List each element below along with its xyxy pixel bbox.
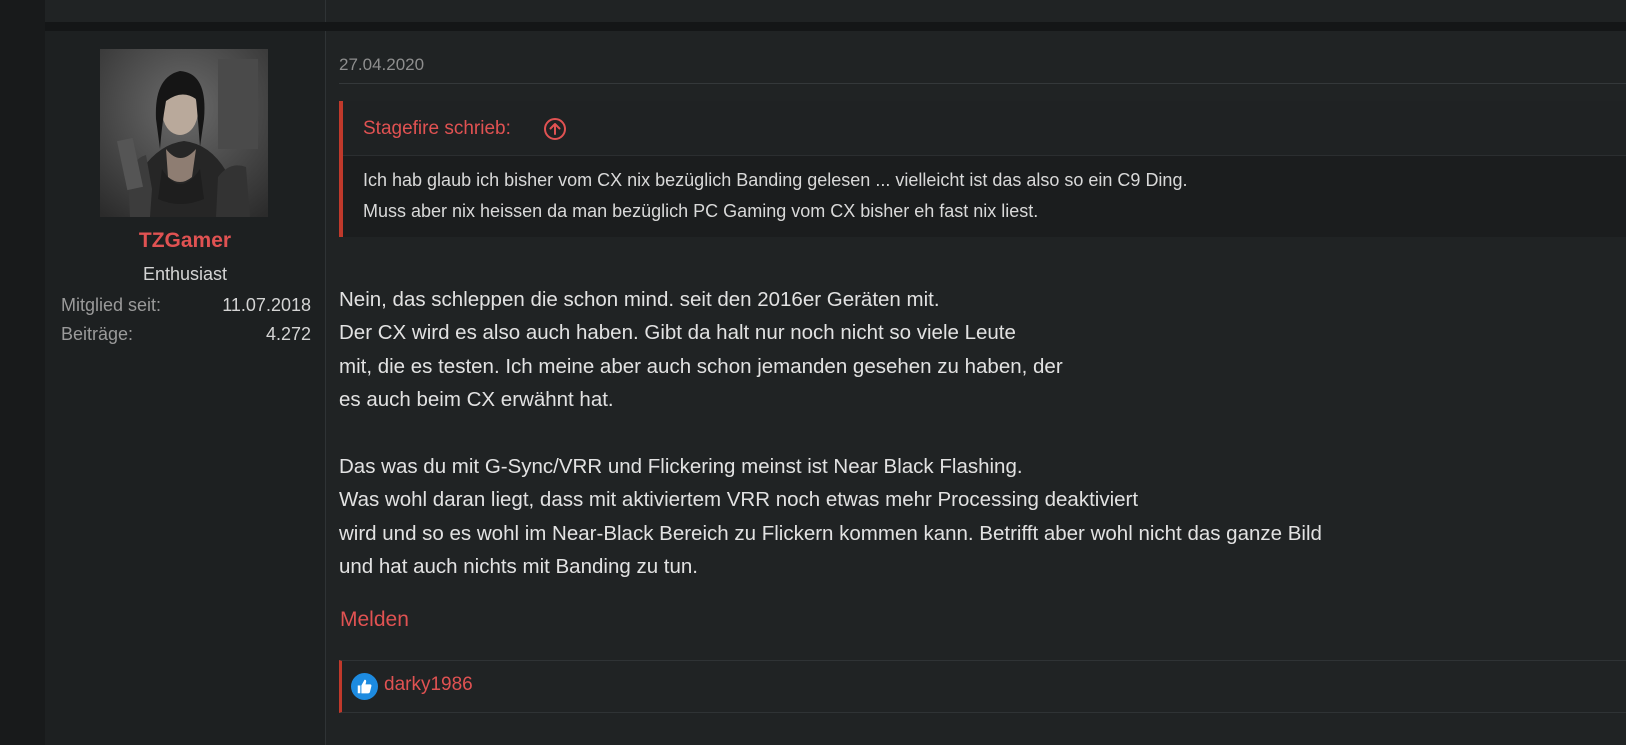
report-link[interactable]: Melden [340,608,409,632]
quote-line: Muss aber nix heissen da man bezüglich P… [363,201,1039,221]
quote-line: Ich hab glaub ich bisher vom CX nix bezü… [363,170,1188,190]
post-text-line: wird und so es wohl im Near-Black Bereic… [339,522,1322,545]
post-text-line: und hat auch nichts mit Banding zu tun. [339,555,698,578]
quote-block: Stagefire schrieb: Ich hab glaub ich bis… [339,101,1626,237]
post-date[interactable]: 27.04.2020 [339,55,424,75]
quote-header[interactable]: Stagefire schrieb: [343,101,1626,156]
post-text-line: Das was du mit G-Sync/VRR und Flickering… [339,455,1023,478]
stat-member-since: Mitglied seit: 11.07.2018 [61,295,311,321]
post-text-line: Der CX wird es also auch haben. Gibt da … [339,321,1016,344]
stat-value: 11.07.2018 [222,295,311,315]
post-text-line: mit, die es testen. Ich meine aber auch … [339,355,1063,378]
forum-post: TZGamer Enthusiast Mitglied seit: 11.07.… [45,31,1626,745]
post-user-column: TZGamer Enthusiast Mitglied seit: 11.07.… [45,31,326,745]
avatar-image [100,49,268,217]
previous-post-bottom [45,0,1626,22]
user-avatar[interactable] [100,49,268,217]
quote-author[interactable]: Stagefire schrieb: [363,118,511,140]
stat-value[interactable]: 4.272 [266,324,311,345]
post-separator [45,22,1626,31]
post-text-line: Nein, das schleppen die schon mind. seit… [339,288,940,311]
reactions-bar: darky1986 [339,660,1626,713]
thumbs-up-icon[interactable] [351,673,378,700]
date-divider [339,83,1626,84]
username[interactable]: TZGamer [45,229,325,253]
post-text-line: Was wohl daran liegt, dass mit aktiviert… [339,488,1139,511]
left-gutter [0,0,45,745]
post-text-line: es auch beim CX erwähnt hat. [339,388,614,411]
post-main: 27.04.2020 Stagefire schrieb: Ich hab gl… [327,31,1626,745]
reaction-user-link[interactable]: darky1986 [384,674,473,696]
arrow-up-circle-icon[interactable] [543,117,567,141]
stat-label: Mitglied seit: [61,295,162,315]
previous-post-divider [325,0,326,22]
user-title: Enthusiast [142,264,228,284]
stat-posts: Beiträge: 4.272 [61,324,311,350]
stat-label: Beiträge: [61,324,134,344]
